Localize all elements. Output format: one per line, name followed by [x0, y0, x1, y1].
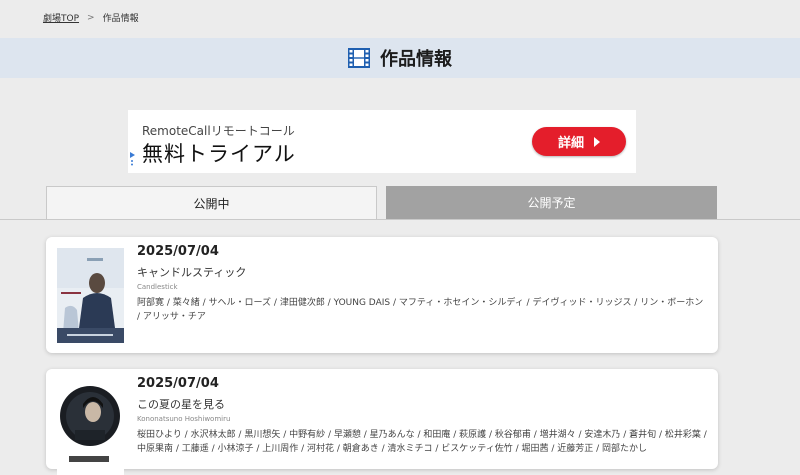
film-icon — [348, 48, 370, 68]
tab-now-showing[interactable]: 公開中 — [46, 186, 377, 219]
film-card[interactable]: 2025/07/04 この夏の星を見る Kononatsuno Hoshiwom… — [46, 369, 718, 475]
ad-brand: RemoteCallリモートコール — [142, 124, 295, 138]
breadcrumb: 劇場TOP > 作品情報 — [43, 11, 139, 25]
film-info: 2025/07/04 この夏の星を見る Kononatsuno Hoshiwom… — [137, 376, 707, 456]
breadcrumb-home-link[interactable]: 劇場TOP — [43, 11, 79, 24]
release-date: 2025/07/04 — [137, 244, 219, 259]
film-title-romaji: Candlestick — [137, 283, 178, 291]
breadcrumb-separator: > — [87, 12, 95, 23]
film-title-romaji: Kononatsuno Hoshiwomiru — [137, 415, 231, 423]
adchoices-icon[interactable] — [130, 152, 136, 166]
ad-headline: 無料トライアル — [142, 142, 296, 166]
film-cast: 阿部寛 / 菜々緒 / サヘル・ローズ / 津田健次郎 / YOUNG DAIS… — [137, 298, 704, 322]
page-header: 作品情報 — [0, 38, 800, 78]
film-card[interactable]: 2025/07/04 キャンドルスティック Candlestick 阿部寛 / … — [46, 237, 718, 353]
breadcrumb-current: 作品情報 — [102, 14, 139, 24]
ad-detail-label: 詳細 — [557, 136, 584, 151]
film-info: 2025/07/04 キャンドルスティック Candlestick 阿部寛 / … — [137, 244, 707, 324]
film-title[interactable]: キャンドルスティック — [137, 264, 707, 280]
release-date: 2025/07/04 — [137, 376, 219, 391]
tab-coming-soon[interactable]: 公開予定 — [386, 186, 717, 219]
film-title[interactable]: この夏の星を見る — [137, 396, 707, 412]
play-arrow-icon — [594, 136, 600, 147]
film-poster-image[interactable] — [57, 380, 124, 475]
release-tabs: 公開中 公開予定 — [0, 186, 800, 220]
ad-detail-button[interactable]: 詳細 — [532, 127, 626, 156]
ad-banner[interactable]: RemoteCallリモートコール 無料トライアル 詳細 — [128, 110, 636, 173]
film-cast: 桜田ひより / 水沢林太郎 / 黒川想矢 / 中野有紗 / 早瀬憩 / 星乃あん… — [137, 430, 707, 454]
tab-divider — [0, 219, 800, 220]
film-poster-image[interactable] — [57, 248, 124, 343]
page-title: 作品情報 — [380, 49, 452, 70]
